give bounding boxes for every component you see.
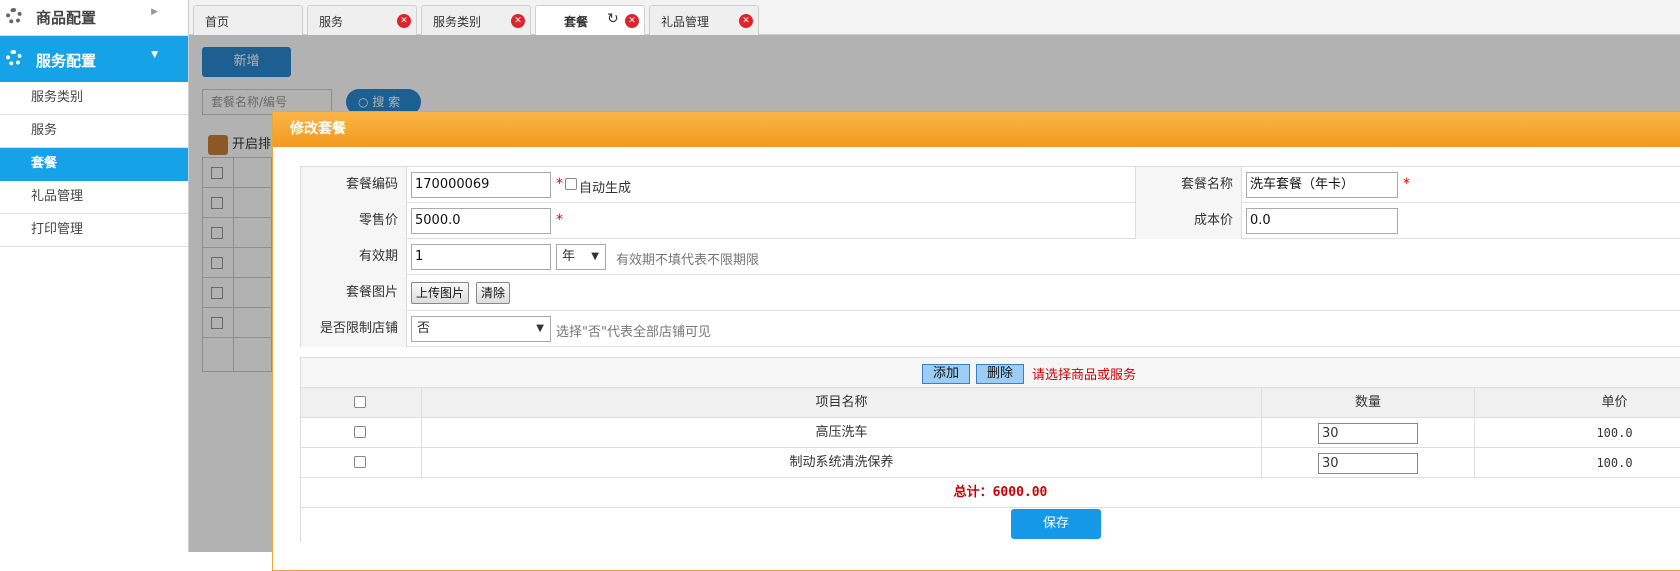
row-checkbox-cell xyxy=(301,448,421,478)
image-label: 套餐图片 xyxy=(300,275,407,311)
items-toolbar: 添加 删除 请选择商品或服务 xyxy=(301,358,1680,388)
store-limit-select[interactable]: 否 ▼ xyxy=(411,316,551,342)
add-item-button[interactable]: 添加 xyxy=(922,364,971,384)
header-unit-price: 单价 xyxy=(1474,388,1680,418)
tab-label: 首页 xyxy=(205,15,230,29)
total-amount: 总计：6000.00 xyxy=(953,485,1048,500)
store-limit-label: 是否限制店铺 xyxy=(300,311,407,347)
form-row: 套餐编码 170000069 * 自动生成 套餐名称 洗车套餐（年卡） * xyxy=(300,167,1680,203)
cost-input[interactable]: 0.0 xyxy=(1246,208,1398,234)
tab-service[interactable]: 服务 ✕ xyxy=(307,5,417,35)
sidebar-item-print-management[interactable]: 打印管理 xyxy=(0,214,188,247)
unit-price-cell: 100.0 xyxy=(1474,418,1680,448)
quantity-input[interactable]: 30 xyxy=(1318,453,1418,474)
item-name-cell: 高压洗车 xyxy=(421,418,1261,448)
save-row: 保存 xyxy=(301,508,1680,542)
name-label: 套餐名称 xyxy=(1135,167,1242,203)
tab-package[interactable]: 套餐 ↻ ✕ xyxy=(535,5,645,36)
tab-label: 服务 xyxy=(319,15,344,29)
clear-image-button[interactable]: 清除 xyxy=(476,282,511,304)
select-value: 年 xyxy=(562,249,576,264)
row-checkbox[interactable] xyxy=(354,426,366,438)
sidebar-item-label: 服务 xyxy=(31,123,58,138)
close-icon[interactable]: ✕ xyxy=(739,14,753,28)
form-row: 套餐图片 上传图片 清除 xyxy=(300,275,1680,311)
name-input[interactable]: 洗车套餐（年卡） xyxy=(1246,172,1398,198)
gear-icon xyxy=(6,50,22,66)
validation-message: 请选择商品或服务 xyxy=(1032,368,1137,383)
close-icon[interactable]: ✕ xyxy=(511,14,525,28)
chevron-down-icon: ▼ xyxy=(151,50,158,60)
quantity-input[interactable]: 30 xyxy=(1318,423,1418,444)
tab-home[interactable]: 首页 xyxy=(193,5,303,35)
tab-label: 礼品管理 xyxy=(661,15,710,29)
select-all-checkbox[interactable] xyxy=(354,396,366,408)
upload-image-button[interactable]: 上传图片 xyxy=(411,282,470,304)
row-checkbox-cell xyxy=(301,418,421,448)
sidebar-group-service-config[interactable]: 服务配置 ▼ xyxy=(0,36,188,82)
code-input[interactable]: 170000069 xyxy=(411,172,551,198)
price-input[interactable]: 5000.0 xyxy=(411,208,551,234)
quantity-cell: 30 xyxy=(1261,448,1474,478)
sidebar-item-label: 礼品管理 xyxy=(31,189,84,204)
sidebar: 商品配置 ▶ 服务配置 ▼ 服务类别 服务 套餐 礼品管理 打印管理 xyxy=(0,0,189,552)
item-name-cell: 制动系统清洗保养 xyxy=(421,448,1261,478)
sidebar-item-label: 打印管理 xyxy=(31,222,84,237)
tab-bar: 首页 服务 ✕ 服务类别 ✕ 套餐 ↻ ✕ 礼品管理 ✕ xyxy=(189,0,1680,36)
sidebar-item-service[interactable]: 服务 xyxy=(0,115,188,148)
chevron-right-icon: ▶ xyxy=(151,7,158,17)
unit-price-cell: 100.0 xyxy=(1474,448,1680,478)
auto-generate-label: 自动生成 xyxy=(579,181,632,196)
total-row: 总计：6000.00 xyxy=(301,478,1680,508)
sidebar-item-service-category[interactable]: 服务类别 xyxy=(0,82,188,115)
validity-label: 有效期 xyxy=(300,239,407,275)
sidebar-group-label: 商品配置 xyxy=(36,9,97,27)
required-mark: * xyxy=(1403,176,1410,192)
form-row: 有效期 1 年 ▼ 有效期不填代表不限期限 xyxy=(300,239,1680,275)
tab-gift-management[interactable]: 礼品管理 ✕ xyxy=(649,5,759,35)
table-header: 项目名称 数量 单价 xyxy=(301,388,1680,418)
store-limit-hint: 选择"否"代表全部店铺可见 xyxy=(556,325,711,340)
header-checkbox-cell xyxy=(301,388,421,418)
save-button[interactable]: 保存 xyxy=(1011,509,1101,539)
header-item-name: 项目名称 xyxy=(421,388,1261,418)
dialog-title: 修改套餐 xyxy=(273,112,1680,147)
dropdown-arrow-icon: ▼ xyxy=(591,251,599,262)
header-quantity: 数量 xyxy=(1261,388,1474,418)
quantity-cell: 30 xyxy=(1261,418,1474,448)
tab-label: 服务类别 xyxy=(433,15,482,29)
package-items-table: 添加 删除 请选择商品或服务 项目名称 数量 单价 高压洗车 30 100.0 … xyxy=(300,357,1680,542)
package-form: 套餐编码 170000069 * 自动生成 套餐名称 洗车套餐（年卡） * 零售… xyxy=(300,166,1680,347)
sidebar-group-label: 服务配置 xyxy=(36,52,97,70)
validity-hint: 有效期不填代表不限期限 xyxy=(616,253,760,268)
edit-package-dialog: 修改套餐 套餐编码 170000069 * 自动生成 套餐名称 洗车套餐（年卡）… xyxy=(272,111,1680,571)
price-label: 零售价 xyxy=(300,203,407,239)
select-value: 否 xyxy=(417,321,431,336)
sidebar-item-package[interactable]: 套餐 xyxy=(0,148,188,181)
code-label: 套餐编码 xyxy=(300,167,407,203)
validity-unit-select[interactable]: 年 ▼ xyxy=(556,244,606,270)
auto-generate-checkbox[interactable] xyxy=(565,178,577,190)
cost-label: 成本价 xyxy=(1135,203,1242,239)
gear-icon xyxy=(6,8,22,24)
delete-item-button[interactable]: 删除 xyxy=(976,364,1025,384)
validity-input[interactable]: 1 xyxy=(411,244,551,270)
sidebar-group-product-config[interactable]: 商品配置 ▶ xyxy=(0,0,188,36)
table-row: 高压洗车 30 100.0 xyxy=(301,418,1680,448)
tab-label: 套餐 xyxy=(564,15,589,29)
close-icon[interactable]: ✕ xyxy=(397,14,411,28)
form-row: 是否限制店铺 否 ▼ 选择"否"代表全部店铺可见 xyxy=(300,311,1680,347)
close-icon[interactable]: ✕ xyxy=(625,14,639,28)
sidebar-item-label: 服务类别 xyxy=(31,90,84,105)
form-row: 零售价 5000.0 * 成本价 0.0 xyxy=(300,203,1680,239)
tab-service-category[interactable]: 服务类别 ✕ xyxy=(421,5,531,35)
row-checkbox[interactable] xyxy=(354,456,366,468)
dropdown-arrow-icon: ▼ xyxy=(536,323,544,334)
sidebar-item-gift-management[interactable]: 礼品管理 xyxy=(0,181,188,214)
required-mark: * xyxy=(556,176,563,192)
required-mark: * xyxy=(556,212,563,228)
table-row: 制动系统清洗保养 30 100.0 xyxy=(301,448,1680,478)
refresh-icon[interactable]: ↻ xyxy=(607,11,619,27)
sidebar-item-label: 套餐 xyxy=(31,156,58,171)
